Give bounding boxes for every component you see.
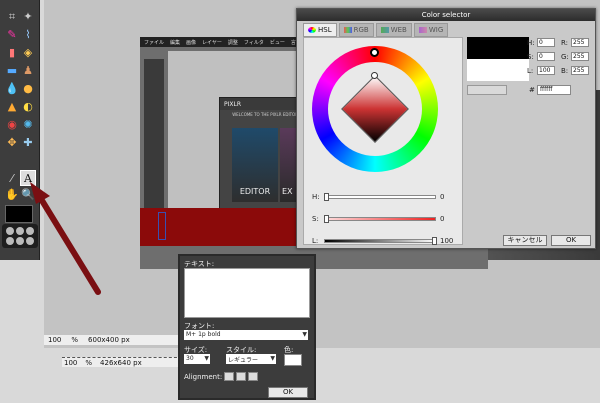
annotation-arrow	[30, 182, 101, 295]
